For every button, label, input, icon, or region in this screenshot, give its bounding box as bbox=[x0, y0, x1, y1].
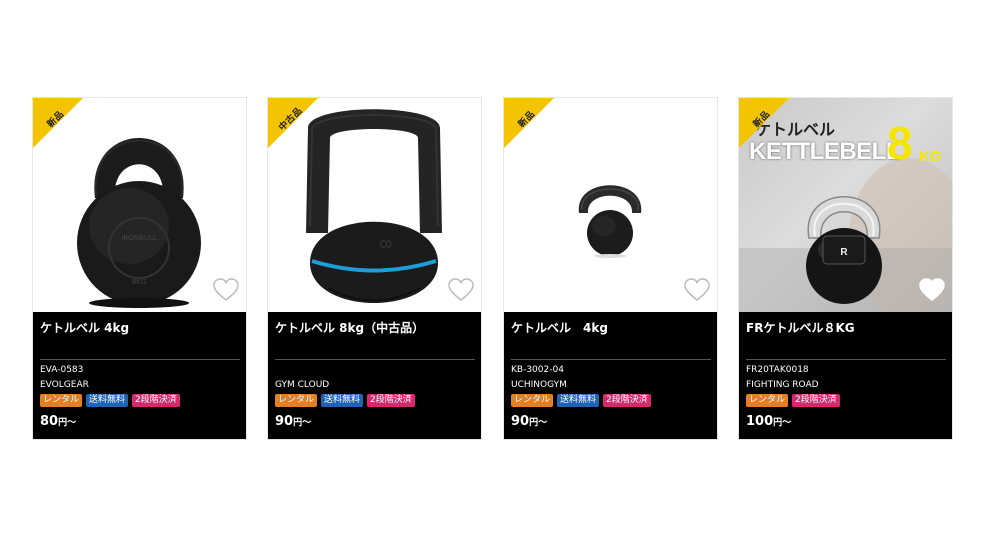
tag-list: レンタル 送料無料 2段階決済 bbox=[511, 394, 651, 407]
tag-two-step-payment: 2段階決済 bbox=[792, 394, 840, 407]
tag-list: レンタル 送料無料 2段階決済 bbox=[275, 394, 415, 407]
price-value: 90 bbox=[275, 414, 294, 429]
price: 90円～ bbox=[511, 414, 547, 429]
product-card[interactable]: 8 中古品 ケトルベル 8kg（中古品） GYM CLOUD レンタル 送料無料… bbox=[267, 97, 482, 440]
product-brand: GYM CLOUD bbox=[275, 380, 330, 390]
product-name[interactable]: FRケトルベル８KG bbox=[746, 319, 946, 336]
price: 80円～ bbox=[40, 414, 76, 429]
tag-list: レンタル 2段階決済 bbox=[746, 394, 840, 407]
product-image[interactable]: IRONBULL 8KG 新品 bbox=[33, 98, 246, 312]
tag-two-step-payment: 2段階決済 bbox=[132, 394, 180, 407]
price-unit: 円～ bbox=[529, 418, 548, 428]
product-name[interactable]: ケトルベル 8kg（中古品） bbox=[275, 319, 475, 336]
product-brand: FIGHTING ROAD bbox=[746, 380, 819, 390]
divider bbox=[275, 359, 475, 360]
price-value: 100 bbox=[746, 414, 774, 429]
product-brand: UCHINOGYM bbox=[511, 380, 567, 390]
product-brand: EVOLGEAR bbox=[40, 380, 89, 390]
svg-text:IRONBULL: IRONBULL bbox=[121, 234, 157, 242]
product-code: FR20TAK0018 bbox=[746, 365, 809, 375]
tag-rental: レンタル bbox=[40, 394, 83, 407]
divider bbox=[40, 359, 240, 360]
divider bbox=[511, 359, 711, 360]
product-code: EVA-0583 bbox=[40, 365, 84, 375]
price-unit: 円～ bbox=[773, 418, 792, 428]
tag-rental: レンタル bbox=[511, 394, 554, 407]
price: 100円～ bbox=[746, 414, 791, 429]
tag-two-step-payment: 2段階決済 bbox=[367, 394, 415, 407]
favorite-heart-icon[interactable] bbox=[213, 278, 239, 302]
product-image[interactable]: 新品 bbox=[504, 98, 717, 312]
image-banner-unit: KG bbox=[919, 148, 942, 165]
new-badge: 新品 bbox=[739, 98, 789, 148]
tag-free-shipping: 送料無料 bbox=[321, 394, 364, 407]
product-image[interactable]: 8 中古品 bbox=[268, 98, 481, 312]
image-banner-weight: 8 bbox=[887, 117, 913, 169]
product-image[interactable]: R ケトルベル KETTLEBELL 8 KG 新品 bbox=[739, 98, 952, 312]
svg-text:8KG: 8KG bbox=[132, 278, 146, 286]
product-code: KB-3002-04 bbox=[511, 365, 564, 375]
new-badge: 新品 bbox=[33, 98, 83, 148]
new-badge: 新品 bbox=[504, 98, 554, 148]
tag-free-shipping: 送料無料 bbox=[557, 394, 600, 407]
favorite-heart-icon[interactable] bbox=[919, 278, 945, 302]
price-unit: 円～ bbox=[58, 418, 77, 428]
svg-text:8: 8 bbox=[376, 239, 395, 249]
divider bbox=[746, 359, 946, 360]
price-value: 80 bbox=[40, 414, 59, 429]
svg-text:R: R bbox=[840, 247, 848, 258]
favorite-heart-icon[interactable] bbox=[684, 278, 710, 302]
product-card[interactable]: R ケトルベル KETTLEBELL 8 KG 新品 FRケトルベル８KG FR… bbox=[738, 97, 953, 440]
product-card[interactable]: 新品 ケトルベル 4kg KB-3002-04 UCHINOGYM レンタル 送… bbox=[503, 97, 718, 440]
price: 90円～ bbox=[275, 414, 311, 429]
used-badge: 中古品 bbox=[268, 98, 318, 148]
tag-list: レンタル 送料無料 2段階決済 bbox=[40, 394, 180, 407]
price-unit: 円～ bbox=[293, 418, 312, 428]
product-name[interactable]: ケトルベル 4kg bbox=[511, 319, 711, 336]
tag-free-shipping: 送料無料 bbox=[86, 394, 129, 407]
product-name[interactable]: ケトルベル 4kg bbox=[40, 319, 240, 336]
favorite-heart-icon[interactable] bbox=[448, 278, 474, 302]
tag-two-step-payment: 2段階決済 bbox=[603, 394, 651, 407]
product-card[interactable]: IRONBULL 8KG 新品 ケトルベル 4kg EVA-0583 EVOLG… bbox=[32, 97, 247, 440]
tag-rental: レンタル bbox=[275, 394, 318, 407]
tag-rental: レンタル bbox=[746, 394, 789, 407]
product-grid: IRONBULL 8KG 新品 ケトルベル 4kg EVA-0583 EVOLG… bbox=[32, 97, 954, 440]
price-value: 90 bbox=[511, 414, 530, 429]
